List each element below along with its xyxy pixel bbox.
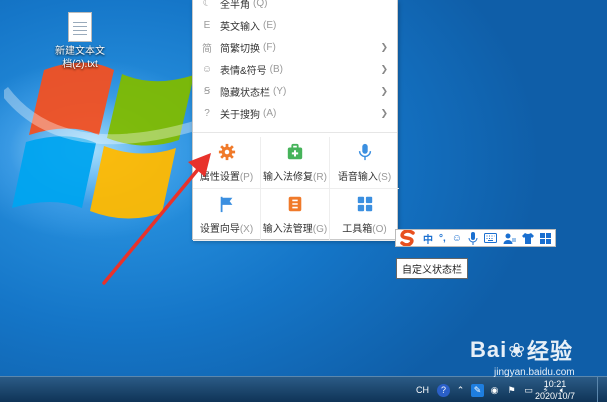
grid-item-settings[interactable]: 属性设置(P) — [193, 137, 261, 189]
system-tray: CH ? ⌃ ✎ ◉ ⚑ ▭ ⚡ 🔈︎ — [416, 377, 607, 402]
grid-item-voice[interactable]: 语音输入(S) — [330, 137, 399, 189]
grid-item-shortcut: (O) — [372, 224, 387, 235]
menu-item-label: 英文输入 — [220, 21, 260, 33]
clock-date: 2020/10/7 — [534, 391, 575, 401]
baidu-watermark: Bai ❀ 经验 jingyan.baidu.com — [470, 334, 575, 378]
grid-item-repair[interactable]: 输入法修复(R) — [261, 137, 330, 189]
sogou-s-icon: Ꞩ — [203, 85, 211, 97]
chevron-right-icon: ❯ — [380, 107, 388, 118]
flag-icon — [217, 194, 237, 214]
qq-icon[interactable]: ◉ — [488, 384, 501, 397]
grid-item-shortcut: (R) — [313, 172, 327, 183]
menu-item-hide-statusbar[interactable]: Ꞩ 隐藏状态栏 (Y) ❯ — [193, 80, 397, 102]
menu-item-shortcut: (F) — [263, 41, 276, 53]
grid-item-label: 输入法管理 — [262, 224, 313, 235]
grid-item-label: 属性设置 — [199, 172, 240, 183]
menu-item-jianfan[interactable]: 简 简繁切换 (F) ❯ — [193, 36, 397, 58]
grid-item-ime-manager[interactable]: 输入法管理(G) — [261, 189, 330, 241]
watermark-bai: Bai — [470, 337, 508, 362]
menu-item-shortcut: (Y) — [273, 85, 287, 97]
toolbox-icon[interactable] — [540, 231, 551, 245]
menu-item-label: 关于搜狗 — [220, 109, 260, 121]
menu-tool-grid: 属性设置(P) 输入法修复(R) 语音输入(S) 设置向导(X) 输入法管理(G… — [193, 137, 399, 241]
gear-icon — [217, 142, 237, 162]
user-icon[interactable] — [503, 231, 516, 245]
menu-item-english[interactable]: E 英文输入 (E) — [193, 14, 397, 36]
help-icon[interactable]: ? — [437, 383, 450, 397]
microphone-icon — [355, 142, 375, 162]
monitor-icon[interactable]: ▭ — [522, 384, 535, 397]
grid-item-shortcut: (X) — [239, 224, 254, 235]
chevron-right-icon: ❯ — [380, 63, 388, 74]
clock[interactable]: 10:21 2020/10/7 — [535, 378, 575, 402]
manager-icon — [285, 194, 305, 214]
grid-item-label: 语音输入 — [337, 172, 378, 183]
text-file-icon — [68, 12, 92, 42]
menu-item-emoji[interactable]: ☺ 表情&符号 (B) ❯ — [193, 58, 397, 80]
punctuation-toggle[interactable]: °, — [439, 231, 446, 245]
grid-item-label: 输入法修复 — [263, 172, 314, 183]
status-bar-tooltip: 自定义状态栏 — [396, 258, 468, 279]
grid-item-label: 工具箱 — [342, 224, 373, 235]
clock-time: 10:21 — [543, 379, 567, 389]
chevron-right-icon: ❯ — [380, 41, 388, 52]
grid-item-toolbox[interactable]: 工具箱(O) — [330, 189, 399, 241]
paw-icon: ❀ — [508, 339, 527, 362]
grid-item-shortcut: (G) — [312, 224, 328, 235]
smiley-icon[interactable]: ☺ — [452, 231, 462, 245]
sogou-status-bar[interactable]: 中 °, ☺ — [395, 229, 556, 247]
moon-icon: ☾ — [202, 0, 212, 9]
menu-item-label: 简繁切换 — [220, 43, 260, 55]
help-icon: ? — [204, 107, 210, 119]
taskbar: CH ? ⌃ ✎ ◉ ⚑ ▭ ⚡ 🔈︎ 10:21 2020/10/7 — [0, 376, 607, 402]
tray-overflow-icon[interactable]: ⌃ — [454, 384, 467, 397]
menu-item-shortcut: (E) — [263, 19, 277, 31]
desktop-file-icon[interactable]: 新建文本文档(2).txt — [52, 12, 108, 71]
jian-icon: 简 — [202, 43, 212, 55]
grid-item-shortcut: (P) — [239, 172, 254, 183]
menu-item-shortcut: (A) — [263, 107, 277, 119]
sogou-logo-icon[interactable] — [399, 230, 417, 246]
menu-item-shortcut: (B) — [269, 63, 284, 75]
grid-item-wizard[interactable]: 设置向导(X) — [193, 189, 261, 241]
watermark-url: jingyan.baidu.com — [494, 367, 575, 378]
menu-item-shortcut: (Q) — [253, 0, 268, 9]
english-icon: E — [203, 19, 211, 31]
watermark-jingyan: 经验 — [527, 339, 574, 364]
menu-item-label: 表情&符号 — [220, 65, 267, 77]
show-desktop-button[interactable] — [597, 377, 607, 402]
menu-item-quanbanjiao[interactable]: ☾ 全半角 (Q) — [193, 0, 397, 14]
repair-kit-icon — [285, 142, 305, 162]
windows-logo — [4, 62, 214, 219]
chinese-mode-toggle[interactable]: 中 — [423, 231, 433, 246]
menu-divider — [193, 132, 397, 133]
flag-tray-icon[interactable]: ⚑ — [505, 384, 518, 397]
smiley-icon: ☺ — [201, 63, 213, 75]
sogou-context-menu: ☾ 全半角 (Q) E 英文输入 (E) 简 简繁切换 (F) ❯ ☺ 表情&符… — [192, 0, 399, 241]
desktop-file-label: 新建文本文档(2).txt — [55, 46, 105, 70]
toolbox-icon — [355, 194, 375, 214]
menu-item-label: 隐藏状态栏 — [220, 87, 270, 99]
grid-item-shortcut: (S) — [377, 172, 392, 183]
chevron-right-icon: ❯ — [380, 85, 388, 96]
skin-shirt-icon[interactable] — [522, 231, 534, 245]
language-indicator[interactable]: CH — [416, 385, 429, 395]
menu-item-about[interactable]: ? 关于搜狗 (A) ❯ — [193, 102, 397, 124]
microphone-icon[interactable] — [468, 231, 478, 245]
menu-item-label: 全半角 — [220, 0, 250, 11]
grid-item-label: 设置向导 — [199, 224, 240, 235]
keyboard-icon[interactable] — [484, 231, 497, 245]
sogou-tray-icon[interactable]: ✎ — [471, 383, 484, 397]
